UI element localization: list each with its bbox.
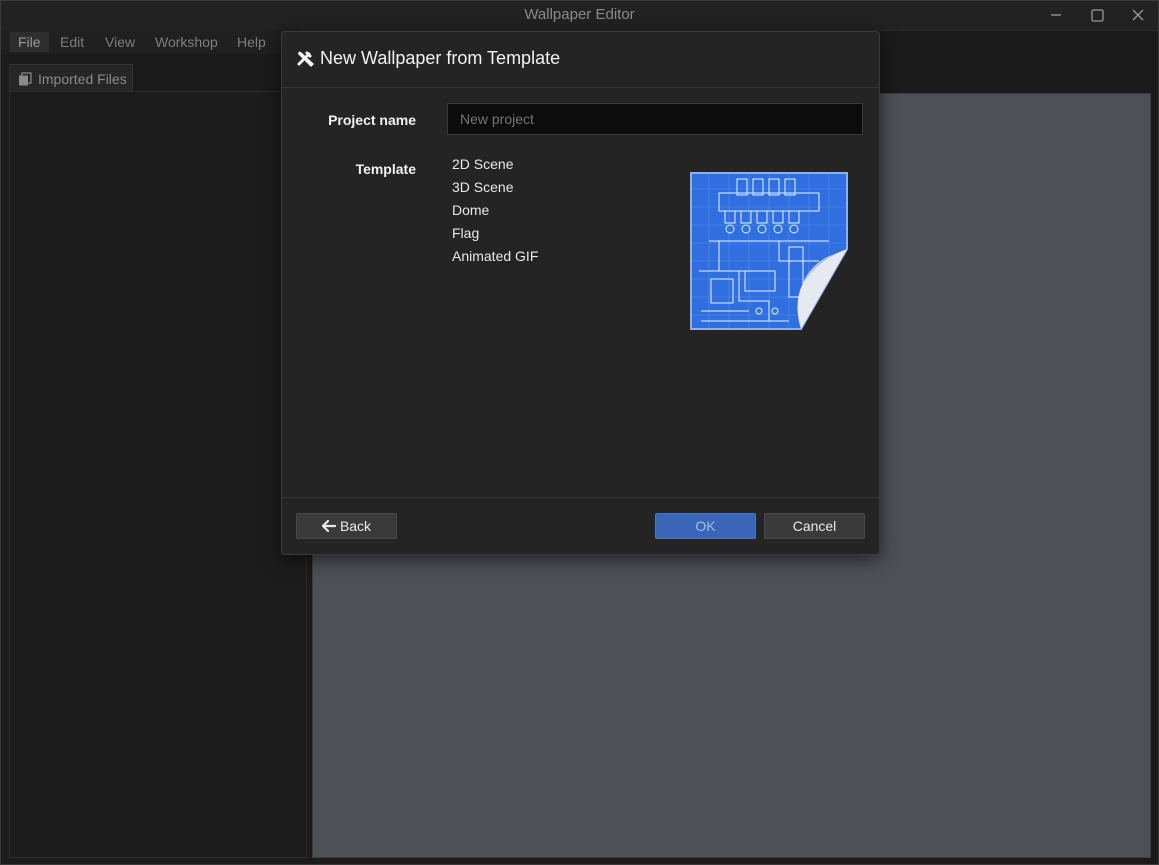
template-preview	[689, 171, 849, 331]
menu-bar: File Edit View Workshop Help	[0, 30, 300, 54]
menu-workshop[interactable]: Workshop	[147, 32, 226, 52]
maximize-icon	[1091, 9, 1104, 22]
back-button[interactable]: Back	[296, 513, 397, 539]
template-item-dome[interactable]: Dome	[452, 201, 538, 224]
files-icon	[18, 72, 32, 86]
cancel-button[interactable]: Cancel	[764, 513, 865, 539]
minimize-button[interactable]	[1039, 4, 1073, 26]
tab-imported-files[interactable]: Imported Files	[9, 64, 133, 92]
close-icon	[1132, 9, 1144, 21]
tab-label: Imported Files	[38, 71, 127, 87]
project-name-label: Project name	[286, 112, 416, 128]
template-item-flag[interactable]: Flag	[452, 224, 538, 247]
window-title: Wallpaper Editor	[0, 6, 1159, 23]
template-label: Template	[286, 161, 416, 177]
back-button-label: Back	[340, 518, 371, 534]
dialog-header: New Wallpaper from Template	[282, 32, 879, 88]
title-bar: Wallpaper Editor	[0, 0, 1159, 31]
menu-edit[interactable]: Edit	[52, 32, 92, 52]
new-wallpaper-dialog: New Wallpaper from Template Project name…	[281, 31, 880, 555]
template-item-2d-scene[interactable]: 2D Scene	[452, 155, 538, 178]
template-list: 2D Scene 3D Scene Dome Flag Animated GIF	[452, 155, 538, 270]
menu-file[interactable]: File	[10, 32, 49, 52]
minimize-icon	[1050, 9, 1062, 21]
cancel-button-label: Cancel	[793, 518, 837, 534]
dialog-footer-divider	[282, 497, 879, 498]
menu-help[interactable]: Help	[229, 32, 274, 52]
template-item-animated-gif[interactable]: Animated GIF	[452, 247, 538, 270]
tools-icon	[296, 49, 316, 74]
dialog-title: New Wallpaper from Template	[320, 48, 560, 69]
template-item-3d-scene[interactable]: 3D Scene	[452, 178, 538, 201]
maximize-button[interactable]	[1080, 4, 1114, 26]
blueprint-page-icon	[689, 171, 849, 331]
ok-button[interactable]: OK	[655, 513, 756, 539]
arrow-left-icon	[322, 520, 336, 532]
menu-view[interactable]: View	[97, 32, 143, 52]
ok-button-label: OK	[695, 518, 715, 534]
project-name-input[interactable]	[447, 103, 863, 135]
imported-files-panel[interactable]	[9, 91, 307, 858]
close-button[interactable]	[1121, 4, 1155, 26]
